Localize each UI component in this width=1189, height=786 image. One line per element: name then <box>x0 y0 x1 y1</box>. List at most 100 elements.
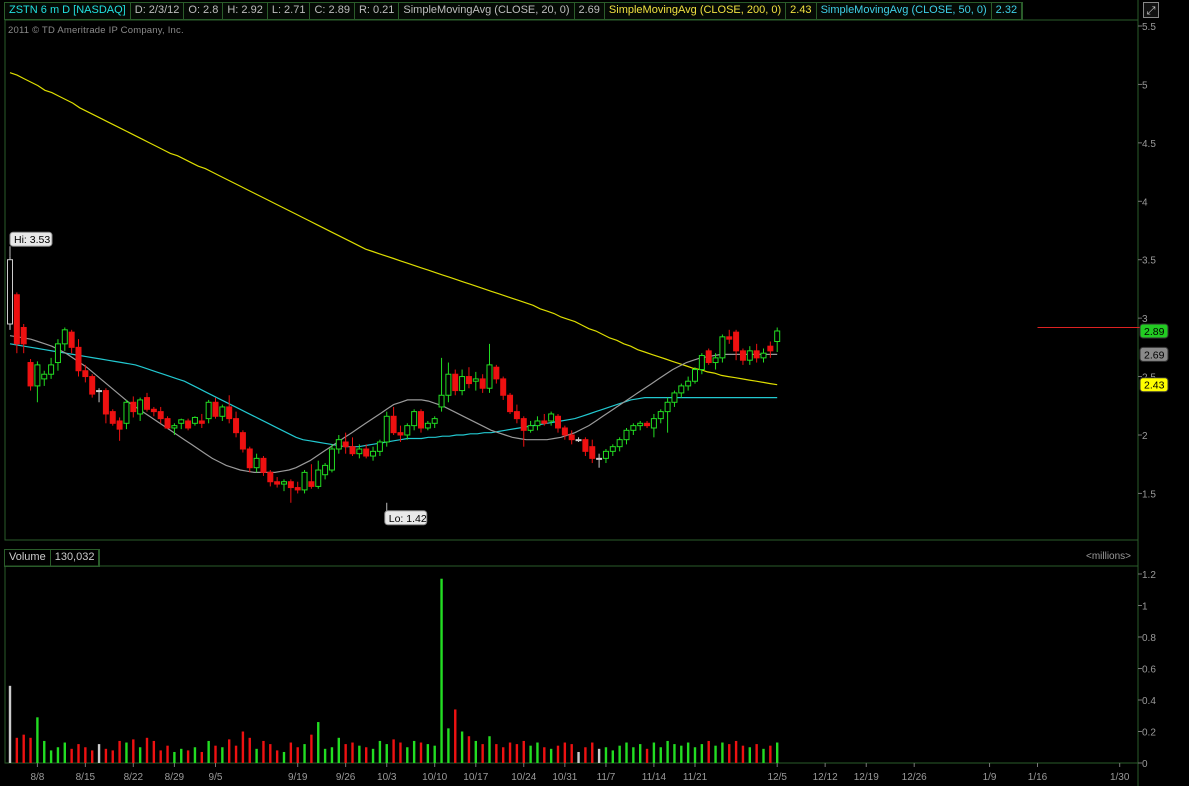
price-tick-label: 3 <box>1142 314 1148 325</box>
volume-tick-label: 0.2 <box>1142 728 1156 739</box>
volume-bar <box>159 750 162 763</box>
candle-body <box>233 418 240 434</box>
candle-body <box>191 416 198 424</box>
candle-body <box>171 425 178 429</box>
candle-body <box>726 336 733 340</box>
candle-body <box>479 378 486 389</box>
candle-body <box>760 352 767 359</box>
candle-body <box>575 439 582 442</box>
volume-bar <box>111 750 114 763</box>
date-tick-label: 1/16 <box>1028 772 1048 783</box>
volume-bar <box>529 745 532 763</box>
volume-bar <box>200 751 203 763</box>
candle-body <box>459 376 466 392</box>
candle-body <box>109 411 116 424</box>
candle-body <box>739 350 746 361</box>
volume-bar <box>262 740 265 763</box>
volume-bar <box>289 742 293 763</box>
volume-bar <box>433 745 436 763</box>
candle-body <box>198 420 205 424</box>
volume-bar <box>666 740 669 763</box>
date-tick-label: 12/12 <box>813 772 838 783</box>
volume-bar <box>597 748 601 763</box>
volume-bar <box>323 748 327 763</box>
candle-body <box>719 336 726 359</box>
volume-bar <box>330 747 334 763</box>
candle-body <box>623 429 630 441</box>
volume-bar <box>584 747 587 763</box>
volume-bar <box>460 731 464 763</box>
volume-bar <box>138 747 142 763</box>
candle-body <box>253 457 260 469</box>
volume-bar <box>762 748 765 763</box>
volume-bar <box>714 745 717 763</box>
volume-bar <box>707 740 710 763</box>
volume-bar <box>515 744 519 763</box>
volume-bar <box>728 744 731 763</box>
candle-body <box>596 457 603 460</box>
volume-bar <box>118 740 121 763</box>
candle-body <box>568 434 575 441</box>
price-tick-label: 3.5 <box>1142 256 1156 267</box>
candle-body <box>41 373 48 380</box>
volume-bar <box>104 748 108 763</box>
candle-body <box>178 419 185 424</box>
candle-body <box>287 481 294 489</box>
volume-bar <box>43 740 46 763</box>
volume-bar <box>8 685 12 763</box>
candle-body <box>68 331 75 348</box>
candle-body <box>733 331 740 352</box>
date-tick-label: 10/3 <box>377 772 397 783</box>
candle-body <box>123 401 130 424</box>
candle-body <box>356 448 363 455</box>
volume-bar <box>508 742 512 763</box>
date-tick-label: 1/30 <box>1110 772 1130 783</box>
volume-bar <box>84 747 87 763</box>
candle-body <box>376 441 383 452</box>
candle-body <box>144 397 150 410</box>
volume-bar <box>186 750 190 763</box>
volume-bar <box>173 751 176 763</box>
volume-bar <box>406 747 409 763</box>
candle-body <box>7 259 13 325</box>
candle-body <box>493 366 500 380</box>
candle-body <box>609 446 616 452</box>
candle-body <box>294 487 301 491</box>
price-tick-label: 2 <box>1142 431 1148 442</box>
volume-bar <box>49 750 53 763</box>
candle-body <box>246 448 253 469</box>
volume-bar <box>392 739 395 763</box>
candle-body <box>582 439 589 452</box>
volume-bar <box>721 742 724 763</box>
date-tick-label: 12/19 <box>854 772 879 783</box>
volume-bar <box>618 745 621 763</box>
date-tick-label: 10/10 <box>422 772 447 783</box>
volume-bar <box>481 744 484 763</box>
volume-bar <box>570 744 573 763</box>
volume-bar <box>241 731 245 763</box>
volume-bar <box>536 742 539 763</box>
volume-bar <box>207 740 210 763</box>
hi-label: Hi: 3.53 <box>14 234 50 246</box>
candle-body <box>507 394 514 413</box>
candle-body <box>685 380 692 387</box>
price-volume-chart[interactable]: 5.554.543.532.521.51.210.80.60.40.208/88… <box>0 0 1189 786</box>
volume-bar <box>193 747 197 763</box>
volume-bar <box>255 748 258 763</box>
candle-body <box>48 364 55 375</box>
date-tick-label: 9/5 <box>209 772 223 783</box>
price-tick-label: 5.5 <box>1142 22 1156 33</box>
volume-bar <box>91 750 94 763</box>
candle-body <box>335 439 342 450</box>
volume-bar <box>358 745 361 763</box>
candle-body <box>527 425 534 431</box>
date-tick-label: 10/24 <box>511 772 536 783</box>
candle-body <box>27 362 34 387</box>
candle-body <box>541 420 548 424</box>
candle-body <box>54 343 61 364</box>
candle-body <box>589 446 596 459</box>
candle-body <box>308 481 315 487</box>
volume-bar <box>36 717 39 763</box>
candle-body <box>664 401 671 413</box>
volume-bar <box>70 748 73 763</box>
